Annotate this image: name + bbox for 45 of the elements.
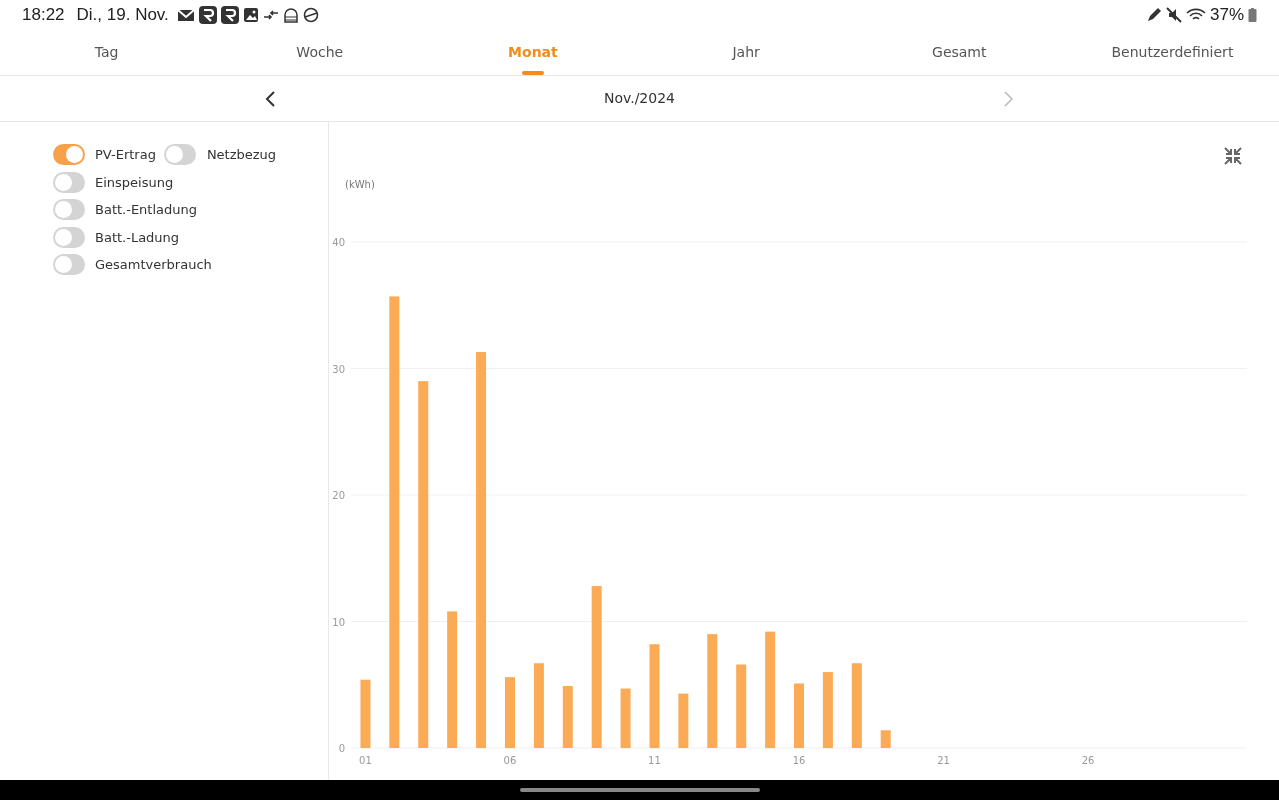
chevron-left-icon (264, 90, 276, 108)
mail-icon (176, 7, 195, 23)
toggle-label: PV-Ertrag (95, 146, 156, 164)
pen-icon (1145, 7, 1162, 23)
toggle-label: Batt.-Ladung (95, 228, 180, 247)
period-label: Nov./2024 (602, 89, 676, 108)
toggle-switch[interactable] (53, 171, 85, 193)
home-indicator[interactable] (519, 788, 760, 792)
toggle-switch[interactable] (53, 199, 85, 221)
x-tick-label: 06 (503, 755, 517, 766)
x-tick-label: 16 (792, 755, 806, 766)
chevron-right-icon (1003, 90, 1015, 108)
app-icon (198, 6, 217, 24)
period-tab[interactable]: Gesamt (852, 30, 1066, 75)
app-icon (220, 6, 239, 24)
toggle-label: Einspeisung (95, 173, 174, 192)
toggle-label: Netzbezug (206, 146, 277, 164)
period-tab[interactable]: Jahr (639, 30, 853, 75)
y-tick-label: 40 (332, 237, 345, 248)
x-tick-label: 01 (359, 755, 372, 766)
x-tick-label: 11 (648, 755, 661, 766)
battery-percent: 37% (1209, 4, 1244, 27)
battery-icon (1248, 8, 1257, 22)
y-tick-label: 10 (332, 616, 345, 628)
toggle-switch[interactable] (163, 144, 196, 166)
x-tick-label: 21 (937, 755, 950, 766)
x-tick-label: 26 (1081, 755, 1095, 766)
y-tick-label: 0 (338, 743, 345, 754)
axis-unit-label: (kWh) (345, 179, 375, 190)
toggle-label: Gesamtverbrauch (95, 256, 212, 274)
y-tick-label: 20 (332, 490, 345, 501)
collapse-icon (1223, 145, 1243, 166)
toggle-switch[interactable] (53, 226, 85, 248)
toggle-switch[interactable] (53, 144, 85, 166)
image-icon (242, 7, 259, 23)
toggle-label: Batt.-Entladung (95, 201, 197, 219)
date-text: Di., 19. Nov. (76, 4, 169, 27)
clock-text: 18:22 (22, 4, 65, 27)
mute-icon (1165, 7, 1182, 23)
y-tick-label: 30 (332, 363, 345, 375)
period-tab[interactable]: Benutzerdefiniert (1065, 30, 1279, 75)
arrows-icon (262, 8, 279, 22)
toggle-switch[interactable] (53, 254, 85, 276)
period-tab[interactable]: Woche (213, 30, 427, 75)
period-tab[interactable]: Tag (0, 30, 214, 75)
